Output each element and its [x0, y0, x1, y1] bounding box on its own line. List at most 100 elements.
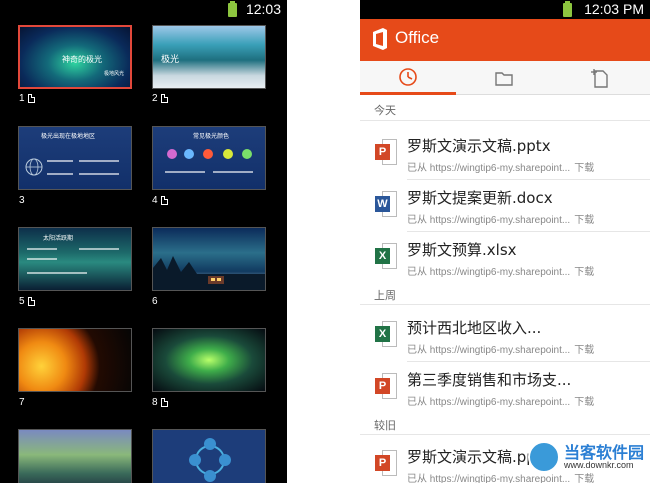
file-location: 已从 https://wingtip6-my.sharepoint... 下载	[407, 397, 595, 408]
slide-thumbnail-10[interactable]	[152, 429, 266, 483]
slide-label-8: 8	[152, 397, 168, 408]
excel-file-icon: X	[375, 243, 397, 269]
slide-thumbnail-3[interactable]: 极光出现在极地地区	[18, 126, 132, 190]
section-header-older: 较旧	[374, 420, 396, 432]
file-location: 已从 https://wingtip6-my.sharepoint... 下载	[407, 267, 595, 278]
status-time: 12:03 PM	[584, 1, 644, 17]
slide-text-line	[27, 248, 57, 250]
section-header-today: 今天	[374, 105, 396, 117]
section-header-last-week: 上周	[374, 290, 396, 302]
slide-number: 2	[152, 93, 158, 104]
battery-icon	[228, 1, 237, 17]
file-name: 罗斯文提案更新.docx	[407, 189, 553, 207]
file-row[interactable]: P 第三季度销售和市场支... 已从 https://wingtip6-my.s…	[360, 363, 650, 413]
color-dot	[167, 149, 177, 159]
tab-new[interactable]	[552, 61, 648, 95]
notes-icon	[160, 94, 168, 103]
color-dot	[223, 149, 233, 159]
slide-label-6: 6	[152, 296, 158, 307]
slide-number: 7	[19, 397, 25, 408]
file-row[interactable]: X 预计西北地区收入... 已从 https://wingtip6-my.sha…	[360, 311, 650, 361]
cycle-diagram	[189, 438, 231, 482]
slide-title: 常见极光颜色	[193, 134, 230, 140]
slide-title: 神奇的极光	[62, 55, 102, 64]
file-row[interactable]: W 罗斯文提案更新.docx 已从 https://wingtip6-my.sh…	[360, 181, 650, 231]
divider	[407, 361, 650, 362]
status-bar-right: 12:03 PM	[360, 0, 650, 19]
site-watermark: 当客软件园 www.downkr.com	[526, 437, 646, 477]
tab-bar	[360, 61, 650, 95]
slide-thumbnail-7[interactable]	[18, 328, 132, 392]
excel-file-icon: X	[375, 321, 397, 347]
file-name: 预计西北地区收入...	[407, 319, 542, 337]
battery-icon	[563, 1, 572, 17]
office-recent-panel: 12:03 PM Office 今天 P 罗斯文演示文稿.pptx 已从 htt…	[360, 0, 650, 483]
color-dot	[242, 149, 252, 159]
slide-text-line	[213, 171, 253, 173]
slide-label-1: 1	[19, 93, 35, 104]
file-name: 罗斯文预算.xlsx	[407, 241, 517, 259]
slide-thumbnail-2[interactable]: 极光	[152, 25, 266, 89]
slide-label-2: 2	[152, 93, 168, 104]
slide-label-5: 5	[19, 296, 35, 307]
slide-title: 太阳活跃期	[43, 236, 74, 242]
file-location: 已从 https://wingtip6-my.sharepoint... 下载	[407, 163, 595, 174]
slide-text-line	[79, 160, 119, 162]
file-name: 第三季度销售和市场支...	[407, 371, 572, 389]
powerpoint-file-icon: P	[375, 373, 397, 399]
slide-thumbnail-5[interactable]: 太阳活跃期	[18, 227, 132, 291]
status-time: 12:03	[245, 1, 281, 17]
divider	[360, 304, 650, 305]
file-row[interactable]: P 罗斯文演示文稿.pptx 已从 https://wingtip6-my.sh…	[360, 129, 650, 179]
divider	[407, 179, 650, 180]
watermark-logo-icon	[528, 441, 560, 473]
notes-icon	[160, 196, 168, 205]
slide-number: 5	[19, 296, 25, 307]
slide-title: 极光出现在极地地区	[41, 134, 96, 140]
powerpoint-file-icon: P	[375, 450, 397, 476]
slide-text-line	[79, 248, 119, 250]
slide-label-4: 4	[152, 195, 168, 206]
slide-thumbnail-6[interactable]	[152, 227, 266, 291]
slide-title: 极光	[161, 54, 180, 64]
slide-text-line	[79, 173, 119, 175]
notes-icon	[27, 297, 35, 306]
slide-number: 1	[19, 93, 25, 104]
status-bar-left: 12:03	[0, 0, 287, 19]
file-name: 罗斯文演示文稿.pptx	[407, 137, 551, 155]
slide-text-line	[47, 173, 73, 175]
slide-text-line	[27, 258, 57, 260]
slide-thumbnail-8[interactable]	[152, 328, 266, 392]
color-dot	[203, 149, 213, 159]
tab-open[interactable]	[456, 61, 552, 95]
divider	[360, 120, 650, 121]
slide-number: 4	[152, 195, 158, 206]
notes-icon	[27, 94, 35, 103]
new-document-icon	[591, 69, 608, 88]
globe-icon	[25, 158, 43, 176]
slide-thumbnail-4[interactable]: 常见极光颜色	[152, 126, 266, 190]
slide-thumbnail-1[interactable]: 神奇的极光 极地风光	[18, 25, 132, 89]
slide-text-line	[27, 272, 87, 274]
app-header: Office	[360, 19, 650, 61]
tab-recent[interactable]	[360, 61, 456, 95]
slide-number: 6	[152, 296, 158, 307]
slide-text-line	[165, 171, 205, 173]
office-logo-icon	[373, 28, 387, 50]
file-location: 已从 https://wingtip6-my.sharepoint... 下载	[407, 215, 595, 226]
divider	[407, 231, 650, 232]
app-title: Office	[395, 28, 440, 47]
watermark-url: www.downkr.com	[564, 460, 634, 470]
slide-text-line	[47, 160, 73, 162]
folder-icon	[495, 72, 513, 86]
winter-scene-image	[153, 256, 265, 290]
file-location: 已从 https://wingtip6-my.sharepoint... 下载	[407, 345, 595, 356]
file-row[interactable]: X 罗斯文预算.xlsx 已从 https://wingtip6-my.shar…	[360, 233, 650, 283]
notes-icon	[160, 398, 168, 407]
color-dot	[184, 149, 194, 159]
slide-thumbnail-9[interactable]	[18, 429, 132, 483]
slide-label-3: 3	[19, 195, 25, 206]
clock-icon	[399, 67, 417, 86]
divider	[360, 434, 650, 435]
slide-label-7: 7	[19, 397, 25, 408]
